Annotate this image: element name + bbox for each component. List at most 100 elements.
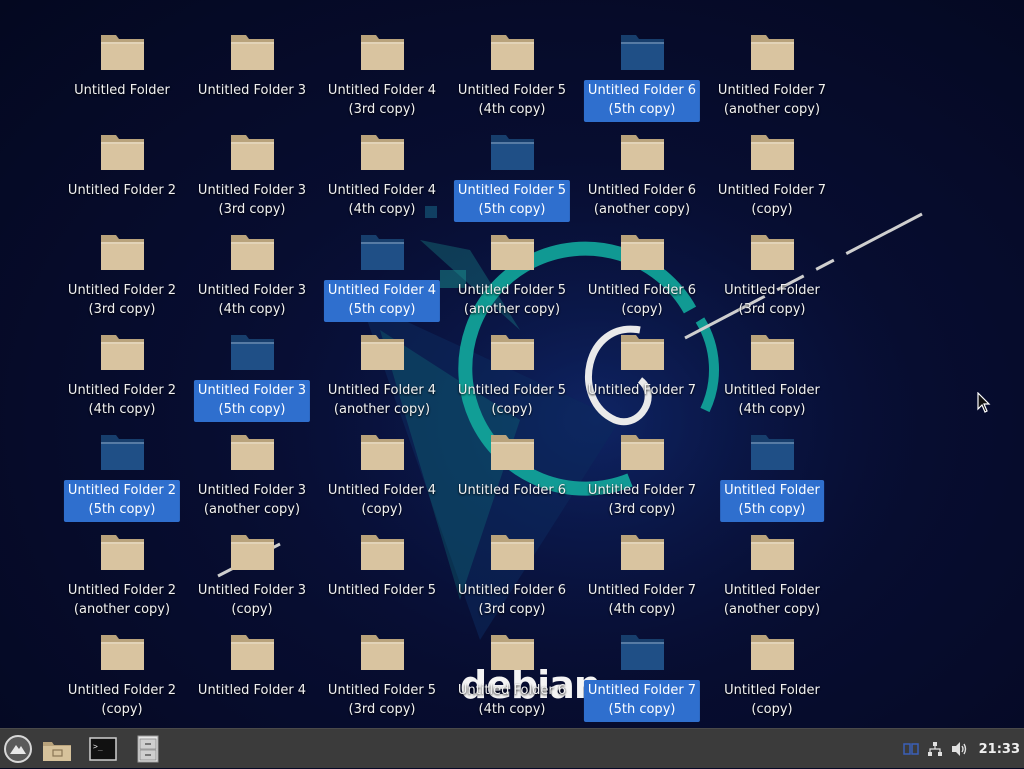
folder-label: Untitled Folder 4 bbox=[194, 680, 310, 703]
folder-icon bbox=[491, 435, 534, 470]
folder-label-line1: Untitled Folder 4 bbox=[197, 683, 307, 698]
folder-label-line1: Untitled Folder bbox=[724, 283, 820, 298]
desktop-folder[interactable]: Untitled Folder 2 (copy) bbox=[57, 610, 187, 717]
desktop-folder[interactable]: Untitled Folder 3 (4th copy) bbox=[187, 210, 317, 317]
desktop-folder[interactable]: Untitled Folder 7 (5th copy) bbox=[577, 610, 707, 722]
desktop-folder[interactable]: Untitled Folder 5 (3rd copy) bbox=[317, 610, 447, 717]
folder-icon bbox=[101, 535, 144, 570]
desktop-folder[interactable]: Untitled Folder (5th copy) bbox=[707, 410, 837, 522]
desktop-folder[interactable]: Untitled Folder 3 (another copy) bbox=[187, 410, 317, 517]
desktop-folder[interactable]: Untitled Folder 6 (copy) bbox=[577, 210, 707, 317]
desktop-folder[interactable]: Untitled Folder 5 (copy) bbox=[447, 310, 577, 417]
desktop-folder[interactable]: Untitled Folder 3 (3rd copy) bbox=[187, 110, 317, 217]
folder-icon bbox=[751, 535, 794, 570]
desktop-folder[interactable]: Untitled Folder 7 bbox=[577, 310, 707, 410]
file-manager-button[interactable] bbox=[40, 733, 74, 765]
folder-label-line1: Untitled Folder 2 bbox=[67, 683, 177, 698]
folder-label-line1: Untitled Folder 7 bbox=[717, 183, 827, 198]
network-icon[interactable] bbox=[927, 741, 943, 757]
folder-label-line1: Untitled Folder 6 bbox=[587, 283, 697, 298]
desktop-folder[interactable]: Untitled Folder 5 (4th copy) bbox=[447, 10, 577, 117]
folder-label: Untitled Folder 6 bbox=[454, 480, 570, 503]
desktop-folder[interactable]: Untitled Folder 6 bbox=[447, 410, 577, 510]
folder-icon bbox=[751, 335, 794, 370]
folder-icon bbox=[231, 235, 274, 270]
menu-button[interactable] bbox=[2, 733, 34, 765]
folder-icon bbox=[361, 235, 404, 270]
folder-icon bbox=[231, 535, 274, 570]
folder-icon bbox=[621, 135, 664, 170]
desktop-folder[interactable]: Untitled Folder 3 (copy) bbox=[187, 510, 317, 617]
desktop-folder[interactable]: Untitled Folder 2 (4th copy) bbox=[57, 310, 187, 417]
folder-icon bbox=[231, 335, 274, 370]
desktop-folder[interactable]: Untitled Folder 7 (3rd copy) bbox=[577, 410, 707, 517]
desktop-folder[interactable]: Untitled Folder 4 (3rd copy) bbox=[317, 10, 447, 117]
folder-icon bbox=[101, 335, 144, 370]
desktop-folder[interactable]: Untitled Folder 5 bbox=[317, 510, 447, 610]
folder-label: Untitled Folder 2 bbox=[64, 180, 180, 203]
folder-label-line1: Untitled Folder 5 bbox=[327, 583, 437, 598]
desktop-folder[interactable]: Untitled Folder 4 bbox=[187, 610, 317, 710]
menu-icon bbox=[4, 735, 32, 763]
folder-icon bbox=[231, 35, 274, 70]
folder-label-line1: Untitled Folder 2 bbox=[67, 183, 177, 198]
desktop-folder[interactable]: Untitled Folder (3rd copy) bbox=[707, 210, 837, 317]
folder-label-line1: Untitled Folder 7 bbox=[587, 483, 697, 498]
folder-label-line1: Untitled Folder 3 bbox=[197, 83, 307, 98]
folder-label-line1: Untitled Folder 7 bbox=[587, 383, 697, 398]
folder-label-line1: Untitled Folder 5 bbox=[457, 83, 567, 98]
desktop-folder[interactable]: Untitled Folder 7 (4th copy) bbox=[577, 510, 707, 617]
desktop-folder[interactable]: Untitled Folder 6 (5th copy) bbox=[577, 10, 707, 122]
desktop-folder[interactable]: Untitled Folder (4th copy) bbox=[707, 310, 837, 417]
desktop-folder[interactable]: Untitled Folder 6 (3rd copy) bbox=[447, 510, 577, 617]
folder-icon bbox=[491, 635, 534, 670]
folder-icon bbox=[621, 35, 664, 70]
desktop-folder[interactable]: Untitled Folder bbox=[57, 10, 187, 110]
folder-label-line1: Untitled Folder 6 bbox=[457, 483, 567, 498]
terminal-button[interactable]: >_ bbox=[88, 733, 118, 765]
clock[interactable]: 21:33 bbox=[979, 742, 1020, 757]
desktop-folder[interactable]: Untitled Folder 2 (another copy) bbox=[57, 510, 187, 617]
folder-label: Untitled Folder bbox=[70, 80, 174, 103]
folder-label-line1: Untitled Folder 5 bbox=[327, 683, 437, 698]
folder-label-line1: Untitled Folder 6 bbox=[587, 83, 697, 98]
folder-label-line1: Untitled Folder 2 bbox=[67, 283, 177, 298]
folder-label-line2: (5th copy) bbox=[608, 702, 676, 717]
desktop-folder[interactable]: Untitled Folder 7 (another copy) bbox=[707, 10, 837, 117]
desktop-folder[interactable]: Untitled Folder (another copy) bbox=[707, 510, 837, 617]
folder-label-line1: Untitled Folder 3 bbox=[197, 283, 307, 298]
file-cabinet-button[interactable] bbox=[134, 733, 162, 765]
desktop-folder[interactable]: Untitled Folder 5 (another copy) bbox=[447, 210, 577, 317]
desktop-folder[interactable]: Untitled Folder 5 (5th copy) bbox=[447, 110, 577, 222]
folder-label-line1: Untitled Folder 4 bbox=[327, 283, 437, 298]
folder-icon bbox=[361, 35, 404, 70]
desktop-folder[interactable]: Untitled Folder 6 (4th copy) bbox=[447, 610, 577, 717]
folder-label-line1: Untitled Folder 3 bbox=[197, 183, 307, 198]
volume-icon[interactable] bbox=[951, 741, 969, 757]
taskbar: >_ 21:33 bbox=[0, 728, 1024, 768]
folder-label-line1: Untitled Folder bbox=[724, 683, 820, 698]
file-cabinet-icon bbox=[137, 735, 159, 763]
folder-icon bbox=[361, 435, 404, 470]
folder-label: Untitled Folder 3 bbox=[194, 80, 310, 103]
desktop-folder[interactable]: Untitled Folder 4 (another copy) bbox=[317, 310, 447, 417]
desktop-folder[interactable]: Untitled Folder 2 (3rd copy) bbox=[57, 210, 187, 317]
desktop-folder[interactable]: Untitled Folder 4 (copy) bbox=[317, 410, 447, 517]
desktop-folder[interactable]: Untitled Folder 6 (another copy) bbox=[577, 110, 707, 217]
desktop-folder[interactable]: Untitled Folder 4 (5th copy) bbox=[317, 210, 447, 322]
folder-icon bbox=[751, 635, 794, 670]
desktop-folder[interactable]: Untitled Folder 4 (4th copy) bbox=[317, 110, 447, 217]
folder-label: Untitled Folder 5 (3rd copy) bbox=[324, 680, 440, 722]
folder-label: Untitled Folder 2 (copy) bbox=[64, 680, 180, 722]
folder-icon bbox=[101, 35, 144, 70]
folder-icon bbox=[491, 35, 534, 70]
desktop-folder[interactable]: Untitled Folder 2 (5th copy) bbox=[57, 410, 187, 522]
display-icon[interactable] bbox=[902, 741, 919, 757]
desktop-folder[interactable]: Untitled Folder 3 bbox=[187, 10, 317, 110]
folder-label-line2: (copy) bbox=[751, 702, 793, 717]
folder-label-line2: (copy) bbox=[101, 702, 143, 717]
desktop-folder[interactable]: Untitled Folder 3 (5th copy) bbox=[187, 310, 317, 422]
desktop-folder[interactable]: Untitled Folder 7 (copy) bbox=[707, 110, 837, 217]
desktop-folder[interactable]: Untitled Folder 2 bbox=[57, 110, 187, 210]
desktop-folder[interactable]: Untitled Folder (copy) bbox=[707, 610, 837, 717]
